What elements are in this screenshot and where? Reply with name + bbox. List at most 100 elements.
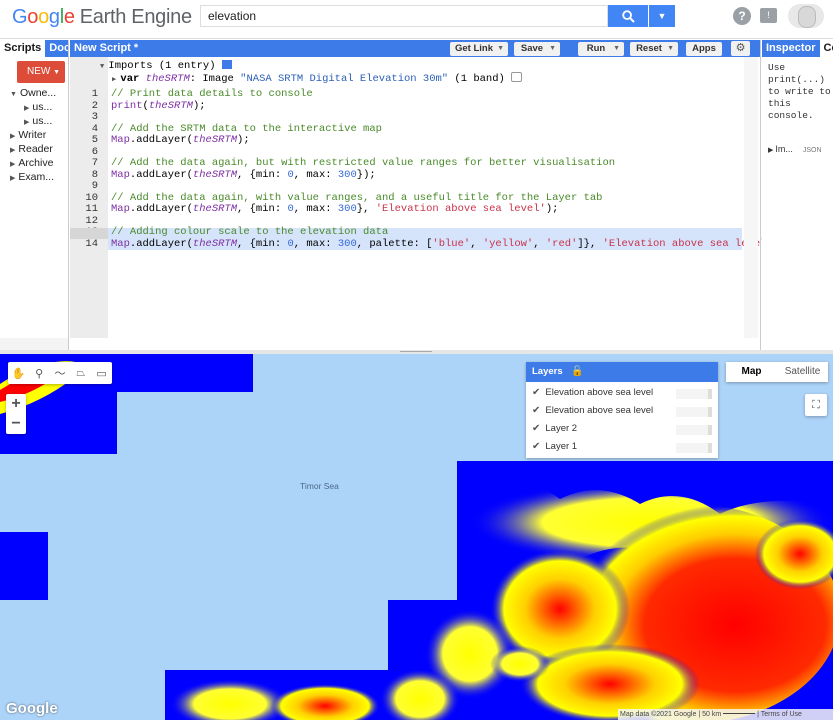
code-line[interactable]: print(theSRTM); (111, 100, 206, 112)
google-logo: Google (6, 700, 58, 717)
script-tree-item[interactable]: ▶ us... (24, 101, 52, 113)
chevron-right-icon: ▶ (10, 133, 16, 140)
apps-button[interactable]: Apps (686, 42, 722, 56)
script-tree-item[interactable]: ▶ Archive (10, 157, 53, 169)
reset-button[interactable]: Reset ▼ (630, 42, 678, 56)
code-line[interactable]: // Add the SRTM data to the interactive … (111, 123, 382, 135)
hand-pan-icon[interactable]: ✋ (9, 367, 27, 380)
checkbox-checked-icon[interactable]: ✔ (532, 387, 540, 398)
save-button[interactable]: Save ▼ (514, 42, 560, 56)
script-title[interactable]: New Script * (74, 40, 138, 57)
line-number: 3 (91, 111, 98, 123)
rectangle-draw-icon[interactable]: ▭ (93, 367, 111, 380)
script-tree-item[interactable]: ▼ Owne... (10, 87, 56, 99)
point-marker-icon[interactable]: ⚲ (30, 367, 48, 380)
user-avatar-image (798, 6, 816, 28)
scrollbar[interactable] (744, 57, 758, 338)
layer-opacity-slider[interactable] (676, 425, 712, 435)
line-draw-icon[interactable]: 〜 (51, 365, 69, 381)
layer-opacity-slider[interactable] (676, 407, 712, 417)
code-line[interactable]: // Add the data again, with value ranges… (111, 192, 602, 204)
code-line[interactable]: // Print data details to console (111, 88, 313, 100)
code-line[interactable]: Map.addLayer(theSRTM, {min: 0, max: 300}… (111, 169, 376, 181)
terms-link[interactable]: Terms of Use (761, 711, 802, 718)
code-line[interactable]: // Add the data again, but with restrict… (111, 157, 615, 169)
tab-scripts[interactable]: Scripts (0, 40, 46, 57)
import-info-icon[interactable] (511, 72, 523, 82)
fullscreen-icon[interactable]: ⛶ (805, 394, 827, 416)
new-script-button[interactable]: NEW ▼ (17, 61, 65, 83)
scrollbar[interactable] (0, 338, 68, 350)
line-highlight (70, 228, 108, 239)
script-tree-item[interactable]: ▶ Reader (10, 143, 53, 155)
layer-opacity-slider[interactable] (676, 389, 712, 399)
layer-row[interactable]: ✔ Layer 1 (532, 441, 577, 452)
map-attribution: Map data ©2021 Google | 50 km | Terms of… (618, 709, 833, 720)
layers-panel: Layers 🔓 ✔ Elevation above sea level ✔ Elev… (526, 362, 718, 458)
tab-inspector[interactable]: Inspector (762, 40, 820, 57)
code-line[interactable]: Map.addLayer(theSRTM, {min: 0, max: 300}… (111, 203, 558, 215)
avatar[interactable] (788, 4, 824, 28)
line-number: 7 (91, 157, 98, 169)
tab-docs[interactable]: Doc (45, 40, 68, 57)
chevron-right-icon: ▶ (10, 147, 16, 154)
checkbox-checked-icon[interactable]: ✔ (532, 441, 540, 452)
layer-row[interactable]: ✔ Layer 2 (532, 423, 577, 434)
console-entry[interactable]: ▶ Im... JSON (768, 144, 822, 154)
map-view[interactable]: ✋ ⚲ 〜 ⏢ ▭ + − Layers 🔓 ✔ Elevation above … (0, 354, 833, 720)
run-button[interactable]: Run ▼ (578, 42, 624, 56)
import-entry[interactable]: ▶ var theSRTM: Image "NASA SRTM Digital … (112, 72, 523, 85)
polygon-draw-icon[interactable]: ⏢ (72, 367, 90, 380)
imports-header[interactable]: ▼ Imports (1 entry) (100, 60, 232, 72)
line-number: 5 (91, 134, 98, 146)
map-type-satellite-button[interactable]: Satellite (777, 362, 828, 382)
layer-row[interactable]: ✔ Elevation above sea level (532, 387, 653, 398)
zoom-in-button[interactable]: + (6, 394, 26, 414)
search-button[interactable] (608, 5, 648, 27)
import-list-icon[interactable] (221, 60, 232, 69)
map-type-map-button[interactable]: Map (726, 362, 777, 382)
line-number: 8 (91, 168, 98, 181)
checkbox-checked-icon[interactable]: ✔ (532, 405, 540, 416)
line-number: 1 (91, 88, 98, 100)
chevron-down-icon: ▼ (657, 11, 667, 21)
chevron-down-icon: ▼ (497, 45, 504, 52)
feedback-icon[interactable]: ! (760, 8, 777, 23)
get-link-button[interactable]: Get Link ▼ (450, 42, 508, 56)
search-icon (621, 9, 635, 23)
scale-bar (723, 709, 756, 714)
code-line[interactable]: Map.addLayer(theSRTM, {min: 0, max: 300,… (111, 238, 785, 250)
search-input[interactable]: elevation (200, 5, 608, 27)
chevron-right-icon: ▶ (24, 119, 30, 126)
elevation-highlands (490, 646, 550, 682)
help-icon[interactable]: ? (733, 7, 751, 25)
left-tabbar: Scripts Doc (0, 40, 68, 57)
console-hint: Use print(...) to write to this console. (768, 62, 831, 121)
chevron-down-icon: ▼ (549, 45, 556, 52)
layers-header[interactable]: Layers 🔓 (526, 362, 718, 382)
search-dropdown-button[interactable]: ▼ (649, 5, 675, 27)
script-tree-item[interactable]: ▶ Exam... (10, 171, 54, 183)
code-line[interactable]: Map.addLayer(theSRTM); (111, 134, 250, 146)
script-tree-item[interactable]: ▶ Writer (10, 129, 46, 141)
script-tree-item[interactable]: ▶ us... (24, 115, 52, 127)
checkbox-checked-icon[interactable]: ✔ (532, 423, 540, 434)
zoom-out-button[interactable]: − (6, 414, 26, 434)
scripts-panel: Scripts Doc NEW ▼ ▼ Owne... ▶ us... ▶ us... ▶ W… (0, 40, 69, 350)
earth-engine-logo[interactable]: Google Earth Engine (12, 6, 192, 29)
elevation-tile (0, 532, 48, 600)
zoom-control: + − (6, 394, 26, 434)
tab-console[interactable]: Co (819, 40, 833, 57)
inspector-panel: Inspector Co Use print(...) to write to … (762, 40, 833, 350)
chevron-right-icon: ▶ (24, 105, 30, 112)
line-number: 9 (91, 180, 98, 192)
chevron-down-icon: ▼ (10, 91, 17, 98)
layer-row[interactable]: ✔ Elevation above sea level (532, 405, 653, 416)
line-number: 12 (85, 214, 98, 227)
chevron-right-icon: ▶ (10, 175, 16, 182)
gear-icon[interactable]: ⚙ (731, 41, 750, 56)
lock-icon[interactable]: 🔓 (571, 366, 583, 377)
chevron-down-icon: ▼ (667, 45, 674, 52)
code-line[interactable]: // Adding colour scale to the elevation … (111, 226, 388, 238)
layer-opacity-slider[interactable] (676, 443, 712, 453)
